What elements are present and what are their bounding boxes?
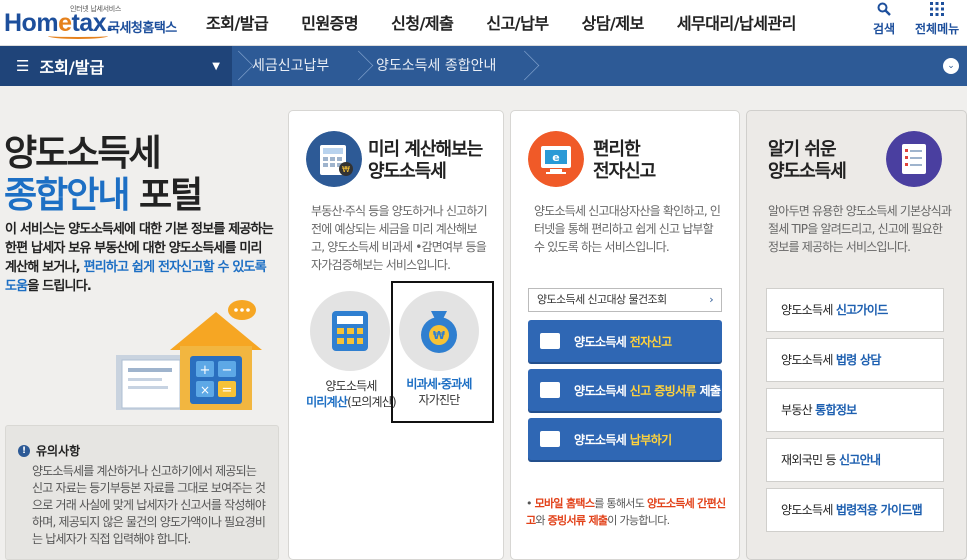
- nav-item-apply[interactable]: 신청/제출: [391, 10, 454, 34]
- svg-text:₩: ₩: [342, 165, 350, 174]
- card2-description: 양도소득세 신고대상자산을 확인하고, 인터넷을 통해 편리하고 쉽게 신고 납…: [534, 204, 721, 254]
- search-icon: [877, 2, 891, 20]
- submit-documents-button[interactable]: 양도소득세 신고 증빙서류 제출: [528, 369, 722, 411]
- svg-text:e: e: [552, 151, 559, 164]
- top-header: 인터넷 납세서비스 Hometax. 국세청홈택스 조회/발급 민원증명 신청/…: [0, 0, 967, 46]
- card3-title: 알기 쉬운 양도소득세: [768, 139, 847, 182]
- guide-link-filing-guide[interactable]: 양도소득세 신고가이드: [766, 288, 944, 332]
- info-icon: !: [18, 444, 30, 457]
- section-menu-dropdown[interactable]: ☰ 조회/발급 ▼: [0, 46, 232, 86]
- guide-link-law-guide-map[interactable]: 양도소득세 법령적용 가이드맵: [766, 488, 944, 532]
- card1-title: 미리 계산해보는 양도소득세: [368, 139, 483, 182]
- notice-box: ! 유의사항 양도소득세를 계산하거나 신고하기에서 제공되는 신고 자료는 등…: [5, 425, 279, 560]
- highlight-annotation-box: [391, 281, 494, 423]
- breadcrumb-item-tax-report[interactable]: 세금신고납부: [252, 46, 329, 86]
- logo-swoosh-icon: [48, 33, 108, 39]
- guide-link-overseas-filing[interactable]: 재외국민 등 신고안내: [766, 438, 944, 482]
- guide-link-real-estate-info[interactable]: 부동산 통합정보: [766, 388, 944, 432]
- nav-item-lookup[interactable]: 조회/발급: [206, 10, 269, 34]
- calculator-icon: [332, 311, 368, 351]
- search-button[interactable]: 검색: [873, 2, 895, 37]
- caret-down-icon: ▼: [212, 60, 220, 72]
- breadcrumb-separator-icon: [232, 46, 246, 86]
- hometax-logo[interactable]: 인터넷 납세서비스 Hometax. 국세청홈택스: [4, 2, 194, 42]
- global-nav: 조회/발급 민원증명 신청/제출 신고/납부 상담/제보 세무대리/납세관리: [206, 10, 829, 34]
- grid-icon: [930, 2, 945, 20]
- all-menu-button[interactable]: 전체메뉴: [915, 2, 959, 37]
- house-calculator-illustration: + − × =: [116, 300, 262, 410]
- document-icon: [540, 382, 560, 398]
- hamburger-icon: ☰: [16, 57, 30, 75]
- e-filing-button[interactable]: 양도소득세 전자신고: [528, 320, 722, 362]
- svg-text:−: −: [222, 363, 233, 378]
- page-title-line2: 종합안내 포털: [4, 175, 203, 216]
- payment-icon: [540, 431, 560, 447]
- intro-description: 이 서비스는 양도소득세에 대한 기본 정보를 제공하는 한편 납세자 보유 부…: [5, 222, 274, 294]
- location-bar: ☰ 조회/발급 ▼ 세금신고납부 양도소득세 종합안내 ⌄: [0, 46, 967, 86]
- mobile-hometax-note: • 모바일 홈택스를 통해서도 양도소득세 간편신고와 증빙서류 제출이 가능합…: [526, 497, 726, 527]
- pre-calculation-label[interactable]: 양도소득세 미리계산(모의계산): [306, 378, 396, 410]
- section-menu-label: 조회/발급: [39, 58, 105, 77]
- nav-item-report[interactable]: 신고/납부: [486, 10, 549, 34]
- notice-title: ! 유의사항: [18, 442, 266, 459]
- nav-item-tax-agent[interactable]: 세무대리/납세관리: [677, 10, 797, 34]
- guide-link-law-consult[interactable]: 양도소득세 법령 상담: [766, 338, 944, 382]
- target-asset-lookup-button[interactable]: 양도소득세 신고대상 물건조회 ›: [528, 288, 722, 312]
- chevron-down-icon[interactable]: ⌄: [943, 58, 959, 74]
- svg-text:+: +: [200, 363, 211, 378]
- pre-calculation-button[interactable]: [310, 291, 390, 371]
- calculator-receipt-icon: ₩: [306, 131, 362, 187]
- monitor-efile-icon: e: [528, 131, 584, 187]
- svg-text:=: =: [222, 383, 233, 398]
- card3-description: 알아두면 유용한 양도소득세 기본상식과 절세 TIP을 알려드리고, 신고에 …: [768, 204, 952, 254]
- svg-text:×: ×: [200, 383, 210, 397]
- nav-item-civil[interactable]: 민원증명: [301, 10, 358, 34]
- search-label: 검색: [873, 22, 896, 36]
- card2-title: 편리한 전자신고: [593, 139, 656, 182]
- breadcrumb-item-current[interactable]: 양도소득세 종합안내: [376, 46, 496, 86]
- breadcrumb-separator-icon: [518, 46, 532, 86]
- nav-item-consult[interactable]: 상담/제보: [582, 10, 645, 34]
- checklist-icon: [886, 131, 942, 187]
- card1-description: 부동산·주식 등을 양도하거나 신고하기 전에 예상되는 세금을 미리 계산해보…: [311, 204, 488, 272]
- pay-tax-button[interactable]: 양도소득세 납부하기: [528, 418, 722, 460]
- chevron-right-icon: ›: [709, 293, 713, 306]
- notice-body: 양도소득세를 계산하거나 신고하기에서 제공되는 신고 자료는 등기부등본 자료…: [32, 464, 266, 546]
- breadcrumb-separator-icon: [352, 46, 366, 86]
- logo-korean: 국세청홈택스: [108, 21, 177, 36]
- all-menu-label: 전체메뉴: [915, 22, 960, 36]
- monitor-icon: [540, 333, 560, 349]
